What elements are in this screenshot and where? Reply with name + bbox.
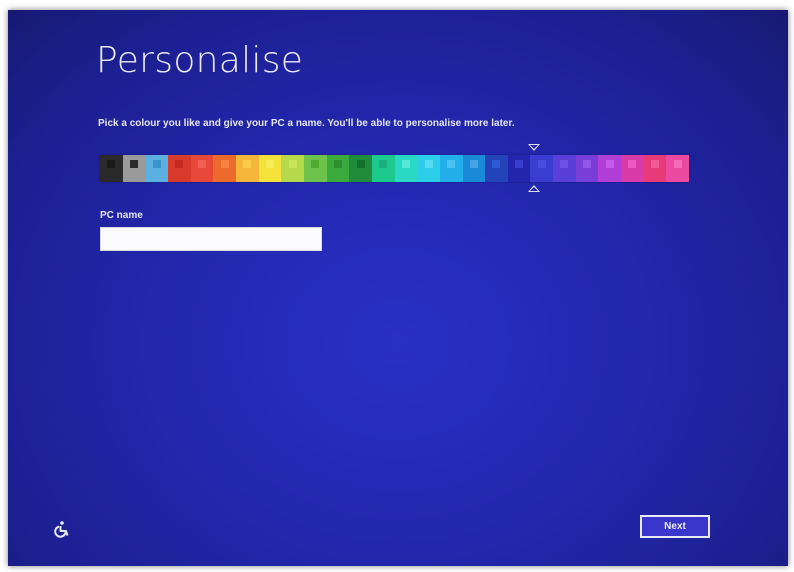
colour-swatch[interactable]	[258, 155, 282, 182]
colour-swatch[interactable]	[530, 155, 554, 182]
colour-swatch-chip	[583, 160, 592, 169]
colour-swatch[interactable]	[507, 155, 531, 182]
colour-swatch[interactable]	[100, 155, 123, 182]
colour-swatch[interactable]	[326, 155, 350, 182]
colour-swatch-chip	[424, 160, 433, 169]
colour-swatch-chip	[560, 160, 569, 169]
colour-swatch-chip	[311, 160, 320, 169]
colour-swatch-chip	[129, 160, 138, 169]
colour-swatch-chip	[107, 160, 116, 169]
colour-swatch[interactable]	[371, 155, 395, 182]
colour-swatch[interactable]	[394, 155, 418, 182]
colour-swatch[interactable]	[598, 155, 622, 182]
colour-swatch[interactable]	[235, 155, 259, 182]
colour-swatch-chip	[197, 160, 206, 169]
page-title: Personalise	[96, 40, 304, 81]
colour-swatch-chip	[492, 160, 501, 169]
colour-swatch[interactable]	[281, 155, 304, 182]
colour-swatch[interactable]	[666, 155, 690, 182]
colour-swatch-chip	[605, 160, 614, 169]
pc-name-label: PC name	[100, 210, 143, 221]
colour-swatch-chip	[673, 160, 682, 169]
next-button[interactable]: Next	[640, 515, 710, 538]
setup-screen: Personalise Pick a colour you like and g…	[8, 10, 788, 566]
colour-swatch[interactable]	[303, 155, 327, 182]
colour-swatch-chip	[356, 160, 365, 169]
colour-swatch-chip	[175, 160, 184, 169]
colour-swatch-chip	[628, 160, 637, 169]
colour-swatch[interactable]	[417, 155, 440, 182]
colour-swatch[interactable]	[349, 155, 372, 182]
pc-name-field[interactable]	[100, 227, 322, 251]
colour-swatch-chip	[515, 160, 524, 169]
ease-of-access-icon[interactable]	[52, 520, 70, 538]
colour-swatch[interactable]	[462, 155, 486, 182]
colour-swatch[interactable]	[621, 155, 644, 182]
colour-swatch-chip	[288, 160, 297, 169]
colour-swatch-chip	[651, 160, 660, 169]
colour-swatch[interactable]	[643, 155, 667, 182]
colour-swatch[interactable]	[575, 155, 599, 182]
colour-swatch[interactable]	[439, 155, 463, 182]
colour-swatch-chip	[243, 160, 252, 169]
colour-swatch-chip	[537, 160, 546, 169]
colour-swatch[interactable]	[145, 155, 168, 182]
colour-swatch-chip	[447, 160, 456, 169]
colour-palette-slider[interactable]	[100, 155, 690, 182]
colour-swatch-chip	[220, 160, 229, 169]
colour-swatch-chip	[333, 160, 342, 169]
colour-swatch[interactable]	[213, 155, 236, 182]
colour-swatch-chip	[379, 160, 388, 169]
colour-swatch-chip	[469, 160, 478, 169]
colour-swatch[interactable]	[122, 155, 146, 182]
page-subtitle: Pick a colour you like and give your PC …	[98, 118, 515, 129]
colour-swatch-chip	[401, 160, 410, 169]
colour-swatch[interactable]	[190, 155, 214, 182]
colour-swatch-chip	[152, 160, 161, 169]
colour-swatch-chip	[265, 160, 274, 169]
colour-swatch[interactable]	[485, 155, 508, 182]
selected-colour-top-marker	[528, 144, 540, 151]
selected-colour-bottom-marker	[528, 185, 540, 192]
colour-swatch[interactable]	[167, 155, 191, 182]
colour-swatch[interactable]	[553, 155, 576, 182]
